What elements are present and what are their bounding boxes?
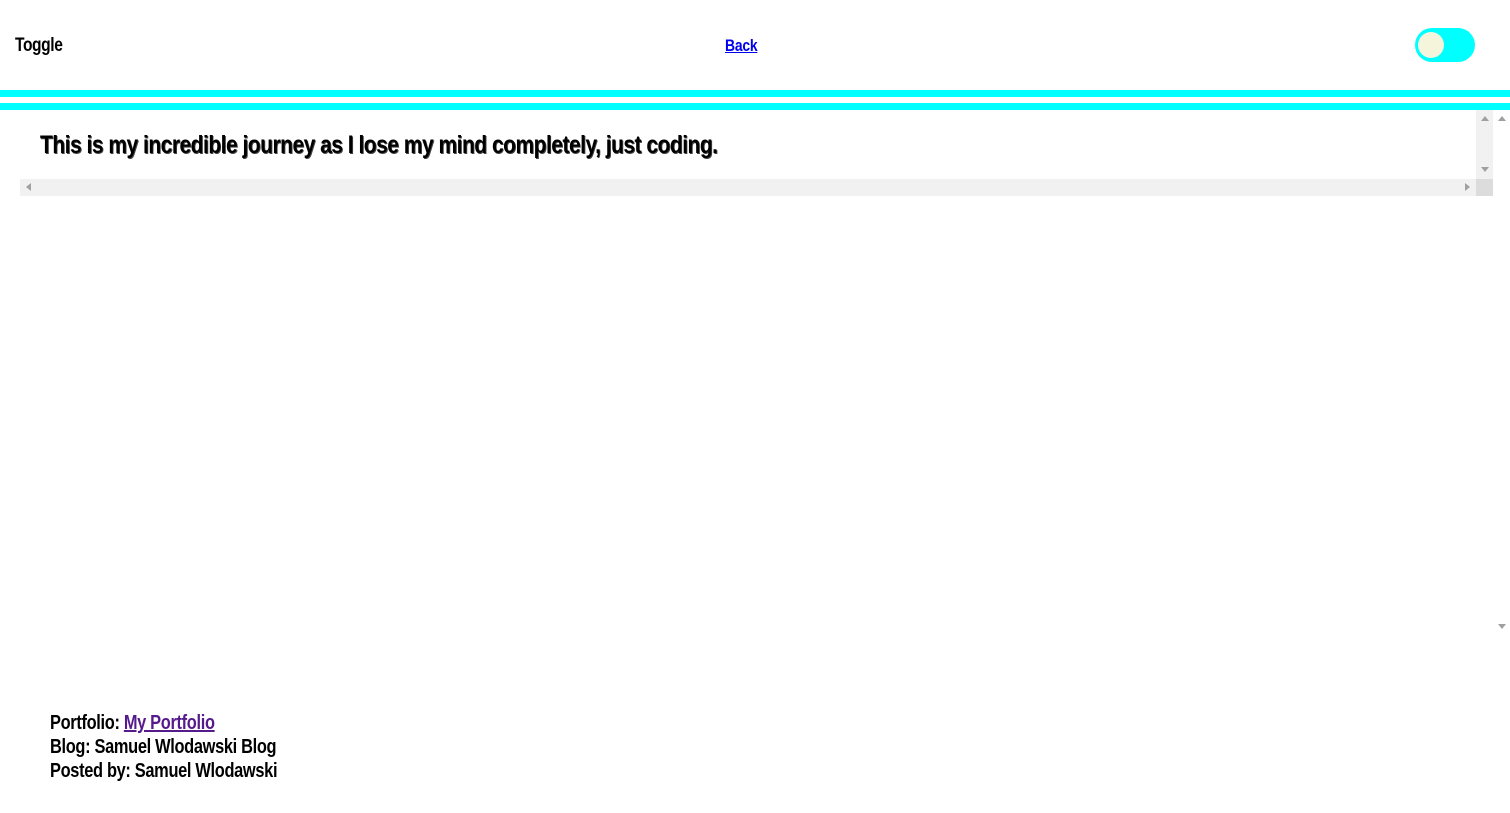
page-vertical-scrollbar[interactable] [1493, 110, 1510, 635]
portfolio-link[interactable]: My Portfolio [124, 712, 215, 734]
scroll-right-arrow-icon[interactable] [1465, 183, 1470, 191]
scroll-left-arrow-icon[interactable] [26, 183, 31, 191]
post-vertical-scrollbar[interactable] [1476, 110, 1493, 179]
content-scroll-pane[interactable]: This is my incredible journey as I lose … [0, 110, 1510, 635]
scroll-up-arrow-icon[interactable] [1498, 116, 1506, 121]
blog-line: Blog: Samuel Wlodawski Blog [50, 736, 277, 758]
header: Toggle Back [0, 0, 1510, 90]
post-scroll-box[interactable]: This is my incredible journey as I lose … [20, 110, 1493, 196]
toggle-knob [1418, 32, 1444, 58]
divider-line-bottom [0, 103, 1510, 110]
post-horizontal-scrollbar[interactable] [20, 179, 1476, 196]
toggle-label: Toggle [15, 35, 63, 56]
scrollbar-corner [1476, 179, 1493, 196]
portfolio-line: Portfolio: My Portfolio [50, 711, 277, 735]
back-link[interactable]: Back [725, 36, 758, 56]
post-text: This is my incredible journey as I lose … [40, 131, 718, 159]
scroll-down-arrow-icon[interactable] [1498, 624, 1506, 629]
divider-line-top [0, 90, 1510, 97]
theme-toggle-switch[interactable] [1415, 28, 1475, 62]
posted-by-line: Posted by: Samuel Wlodawski [50, 760, 278, 782]
portfolio-label: Portfolio: [50, 712, 124, 734]
scroll-down-arrow-icon[interactable] [1481, 167, 1489, 172]
page: Toggle Back This is my incredible journe… [0, 0, 1510, 813]
footer: Portfolio: My Portfolio Blog: Samuel Wlo… [50, 711, 278, 783]
scroll-up-arrow-icon[interactable] [1481, 116, 1489, 121]
